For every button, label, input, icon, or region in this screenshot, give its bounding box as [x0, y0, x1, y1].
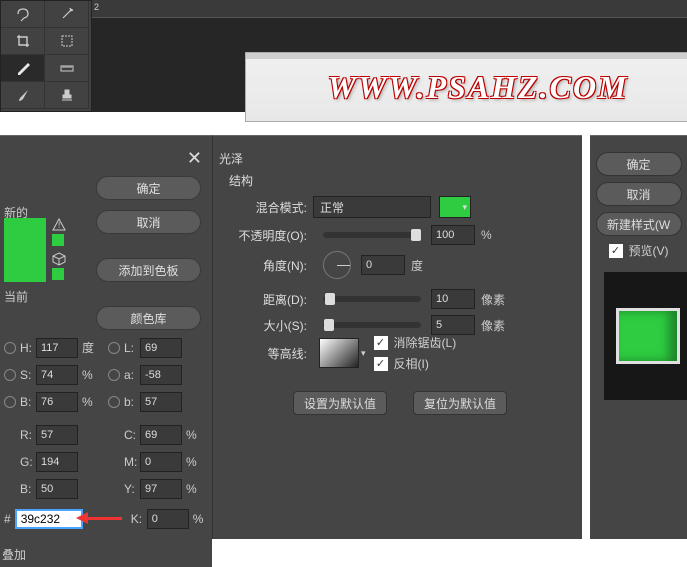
- make-default-button[interactable]: 设置为默认值: [293, 391, 387, 415]
- blend-mode-label: 混合模式:: [233, 199, 313, 216]
- hex-input[interactable]: [15, 509, 83, 529]
- b-lab-input[interactable]: [140, 392, 182, 412]
- canvas-text: WWW.PSAHZ.COM: [327, 69, 628, 106]
- invert-label: 反相(I): [394, 355, 429, 372]
- invert-checkbox[interactable]: ✓: [374, 357, 388, 371]
- warning-icon[interactable]: !: [52, 218, 66, 232]
- r-input[interactable]: [36, 425, 78, 445]
- angle-label: 角度(N):: [233, 257, 313, 274]
- overlay-label: 叠加: [2, 546, 26, 563]
- distance-label: 距离(D):: [233, 291, 313, 308]
- tool-ruler[interactable]: [45, 55, 89, 82]
- opacity-slider[interactable]: [323, 232, 421, 238]
- distance-input[interactable]: [431, 289, 475, 309]
- preview-label: 预览(V): [629, 242, 669, 259]
- opacity-label: 不透明度(O):: [233, 227, 313, 244]
- b-hsb-radio[interactable]: [4, 396, 16, 408]
- size-label: 大小(S):: [233, 317, 313, 334]
- hash-label: #: [4, 512, 11, 526]
- tool-crop[interactable]: [1, 28, 45, 55]
- annotation-arrow: [82, 512, 122, 526]
- new-color-swatch: [4, 218, 46, 250]
- angle-input[interactable]: [361, 255, 405, 275]
- websafe-swatch[interactable]: [52, 268, 64, 280]
- color-libraries-button[interactable]: 颜色库: [96, 306, 201, 330]
- ruler: 2: [92, 0, 687, 18]
- chevron-down-icon[interactable]: ▾: [361, 348, 366, 359]
- antialias-checkbox[interactable]: ✓: [374, 336, 388, 350]
- blend-mode-select[interactable]: 正常▾: [313, 196, 431, 218]
- contour-label: 等高线:: [233, 345, 313, 362]
- b-lab-radio[interactable]: [108, 396, 120, 408]
- reset-default-button[interactable]: 复位为默认值: [413, 391, 507, 415]
- tool-slice[interactable]: [45, 28, 89, 55]
- tool-brush[interactable]: [1, 82, 45, 109]
- tool-stamp[interactable]: [45, 82, 89, 109]
- k-input[interactable]: [147, 509, 189, 529]
- ls-new-style-button[interactable]: 新建样式(W: [596, 212, 682, 236]
- size-slider[interactable]: [323, 322, 421, 328]
- structure-label: 结构: [229, 172, 253, 189]
- close-icon[interactable]: ✕: [187, 148, 202, 169]
- b-hsb-input[interactable]: [36, 392, 78, 412]
- angle-dial[interactable]: [323, 251, 351, 279]
- opacity-input[interactable]: [431, 225, 475, 245]
- preview-thumbnail: [604, 272, 687, 400]
- canvas-area[interactable]: WWW.PSAHZ.COM: [92, 18, 687, 112]
- a-input[interactable]: [140, 365, 182, 385]
- current-color-label: 当前: [4, 288, 28, 305]
- c-input[interactable]: [140, 425, 182, 445]
- layer-style-right: 确定 取消 新建样式(W ✓ 预览(V): [582, 135, 687, 567]
- tool-lasso[interactable]: [1, 1, 45, 28]
- contour-picker[interactable]: [319, 338, 359, 368]
- h-input[interactable]: [36, 338, 78, 358]
- antialias-label: 消除锯齿(L): [394, 334, 457, 351]
- ls-cancel-button[interactable]: 取消: [596, 182, 682, 206]
- cancel-button[interactable]: 取消: [96, 210, 201, 234]
- b-rgb-input[interactable]: [36, 479, 78, 499]
- distance-slider[interactable]: [323, 296, 421, 302]
- m-input[interactable]: [140, 452, 182, 472]
- l-radio[interactable]: [108, 342, 120, 354]
- preview-checkbox[interactable]: ✓: [609, 244, 623, 258]
- h-radio[interactable]: [4, 342, 16, 354]
- canvas-document: WWW.PSAHZ.COM: [245, 52, 687, 122]
- y-input[interactable]: [140, 479, 182, 499]
- size-input[interactable]: [431, 315, 475, 335]
- warning-swatch[interactable]: [52, 234, 64, 246]
- dialogs: ✕ 确定 取消 添加到色板 颜色库 新的 当前 ! H: 度 L: S: %: [0, 135, 687, 567]
- chevron-down-icon: ▾: [462, 202, 467, 213]
- l-input[interactable]: [140, 338, 182, 358]
- editor-top: 2 WWW.PSAHZ.COM: [0, 0, 687, 130]
- tool-wand[interactable]: [45, 1, 89, 28]
- cube-icon[interactable]: [52, 252, 66, 266]
- s-radio[interactable]: [4, 369, 16, 381]
- satin-effect-panel: 光泽 结构 混合模式: 正常▾ 不透明度(O): % 角度(N): 度 距离(D…: [212, 135, 582, 539]
- current-color-swatch: [4, 250, 46, 282]
- satin-title: 光泽: [219, 150, 243, 167]
- g-input[interactable]: [36, 452, 78, 472]
- ok-button[interactable]: 确定: [96, 176, 201, 200]
- add-swatch-button[interactable]: 添加到色板: [96, 258, 201, 282]
- s-input[interactable]: [36, 365, 78, 385]
- a-radio[interactable]: [108, 369, 120, 381]
- tool-eyedropper[interactable]: [1, 55, 45, 82]
- tool-palette: [0, 0, 92, 112]
- color-picker-dialog: ✕ 确定 取消 添加到色板 颜色库 新的 当前 ! H: 度 L: S: %: [0, 135, 212, 567]
- svg-text:!: !: [58, 221, 60, 230]
- color-values: H: 度 L: S: % a: B: % b: R: C:: [4, 334, 204, 502]
- ls-ok-button[interactable]: 确定: [596, 152, 682, 176]
